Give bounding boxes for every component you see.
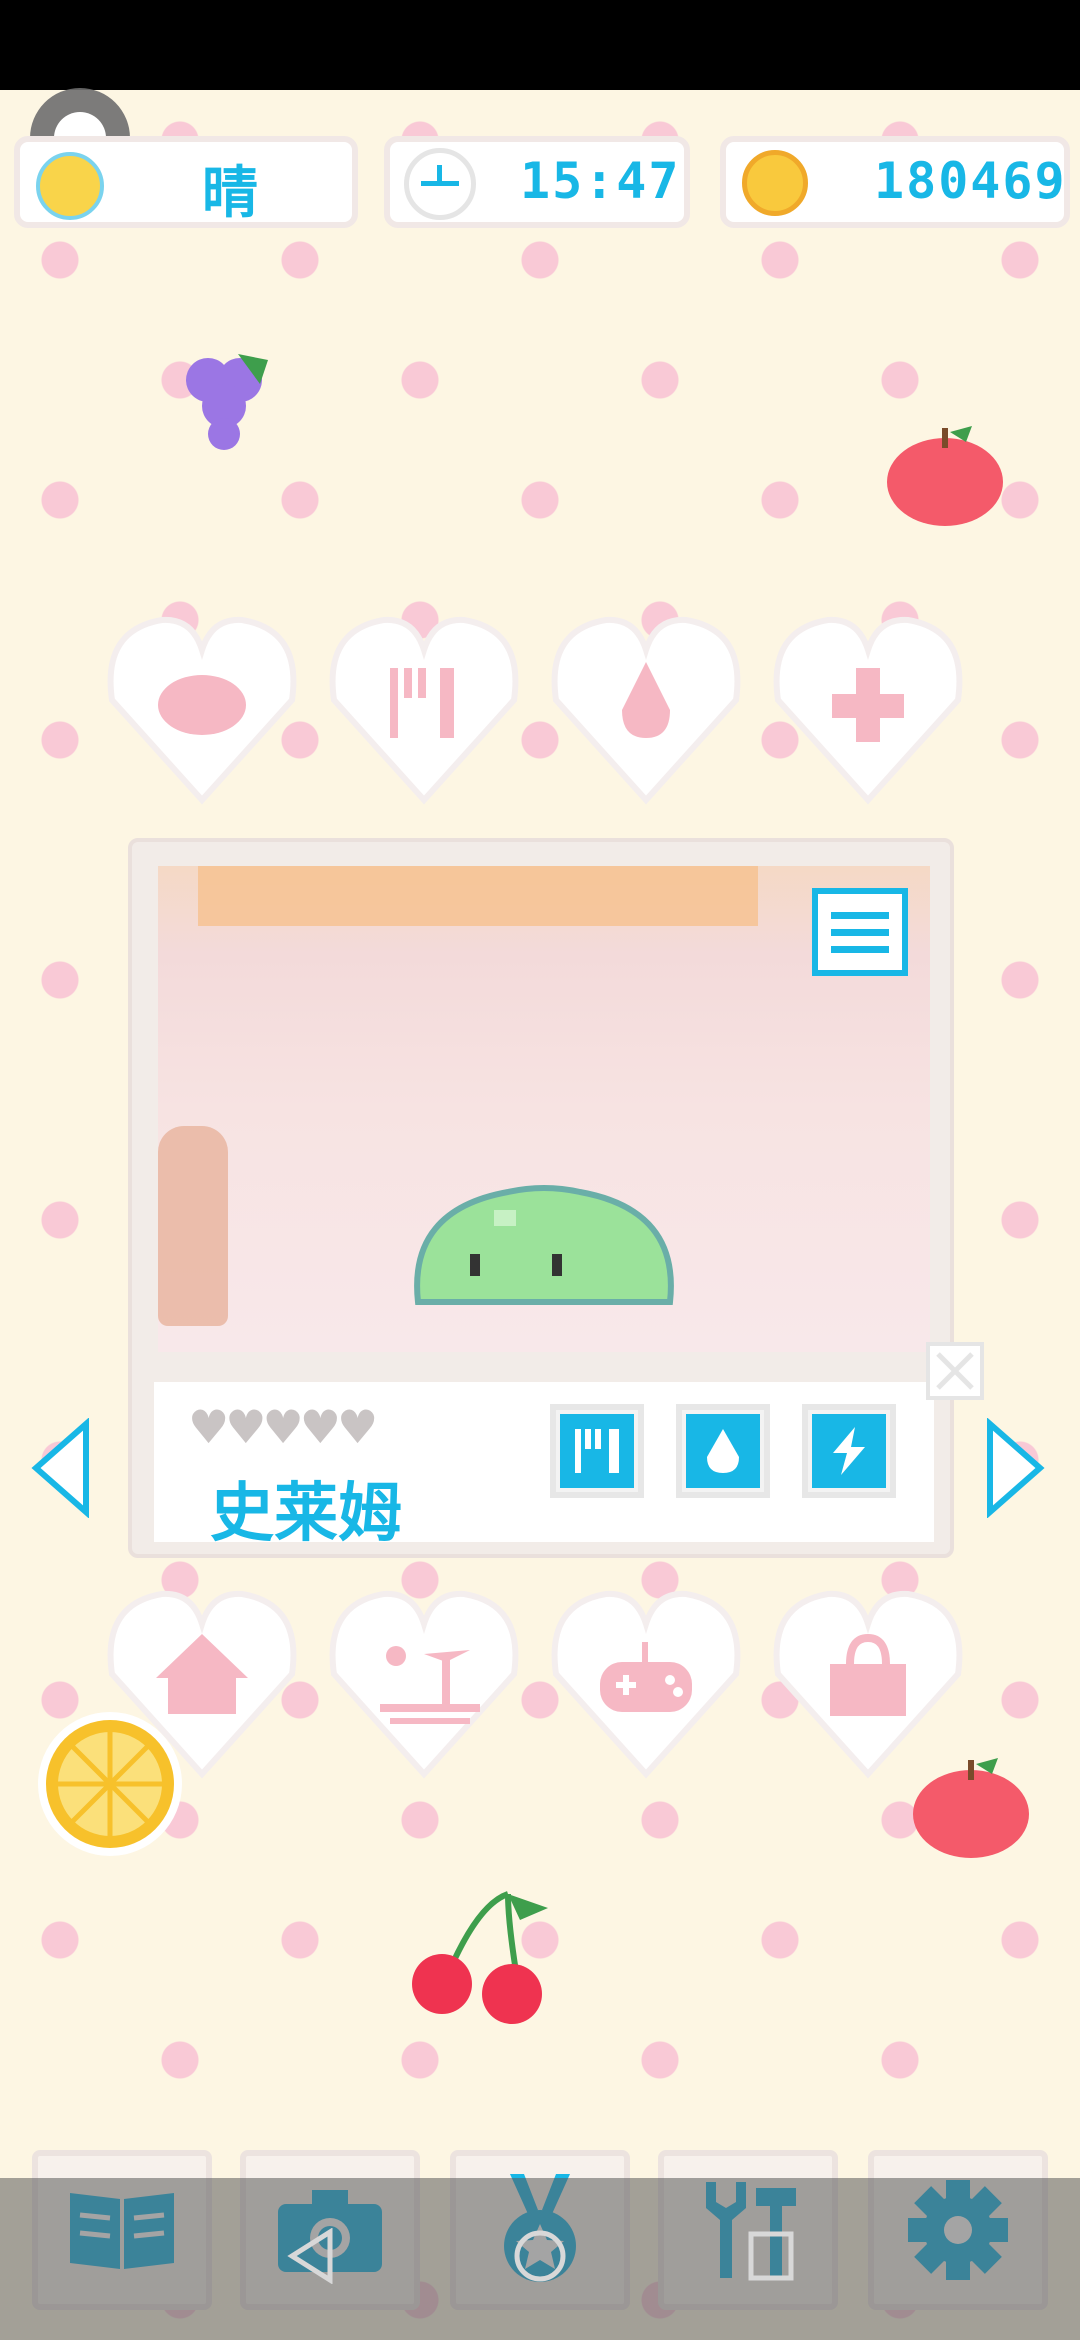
room-window <box>198 866 758 926</box>
close-icon[interactable] <box>926 1342 984 1400</box>
coins-label: 180469 <box>874 152 1067 210</box>
beach-button[interactable] <box>324 1584 524 1784</box>
status-bar <box>0 0 1080 90</box>
chevron-right-icon <box>987 1417 1045 1519</box>
water-stat-button[interactable] <box>676 1404 770 1498</box>
energy-stat-button[interactable] <box>802 1404 896 1498</box>
weather-label: 晴 <box>202 161 260 226</box>
heal-button[interactable] <box>768 610 968 810</box>
time-pill: 15:47 <box>384 136 690 228</box>
pet-room-scene <box>158 866 930 1352</box>
bunny-figure <box>158 1126 228 1326</box>
pet-face-icon <box>158 675 246 735</box>
slime-pet[interactable] <box>408 1180 680 1312</box>
water-button[interactable] <box>546 610 746 810</box>
water-icon <box>707 1429 739 1473</box>
system-nav-bar <box>0 2178 1080 2340</box>
food-icon <box>575 1429 619 1473</box>
pet-info-bar: ♥♥♥♥♥ 史莱姆 <box>154 1382 934 1551</box>
time-label: 15:47 <box>520 152 681 210</box>
feed-button[interactable] <box>324 610 524 810</box>
back-icon[interactable] <box>286 2228 336 2284</box>
pet-panel: ♥♥♥♥♥ 史莱姆 <box>128 838 984 1558</box>
slime-left-eye <box>470 1254 480 1276</box>
chevron-left-icon <box>31 1417 89 1519</box>
food-stat-button[interactable] <box>550 1404 644 1498</box>
next-pet-button[interactable] <box>984 1417 1048 1519</box>
clock-icon <box>404 148 476 220</box>
sun-face-icon <box>36 152 104 220</box>
cherry-icon <box>408 1884 558 2028</box>
coin-icon <box>742 150 808 216</box>
grape-icon <box>168 340 288 464</box>
energy-icon <box>833 1427 865 1475</box>
apple-icon <box>880 420 1010 534</box>
prev-pet-button[interactable] <box>28 1417 92 1519</box>
recents-icon[interactable] <box>746 2228 796 2284</box>
slime-right-eye <box>552 1254 562 1276</box>
health-hearts: ♥♥♥♥♥ <box>188 1400 378 1454</box>
coins-pill: 180469 <box>720 136 1070 228</box>
pet-name: 史莱姆 <box>210 1477 402 1551</box>
weather-pill: 晴 <box>14 136 358 228</box>
room-menu-button[interactable] <box>812 888 908 976</box>
pet-interact-button[interactable] <box>102 610 302 810</box>
game-button[interactable] <box>546 1584 746 1784</box>
shop-button[interactable] <box>768 1584 968 1784</box>
home-button[interactable] <box>102 1584 302 1784</box>
home-icon[interactable] <box>512 2228 568 2284</box>
